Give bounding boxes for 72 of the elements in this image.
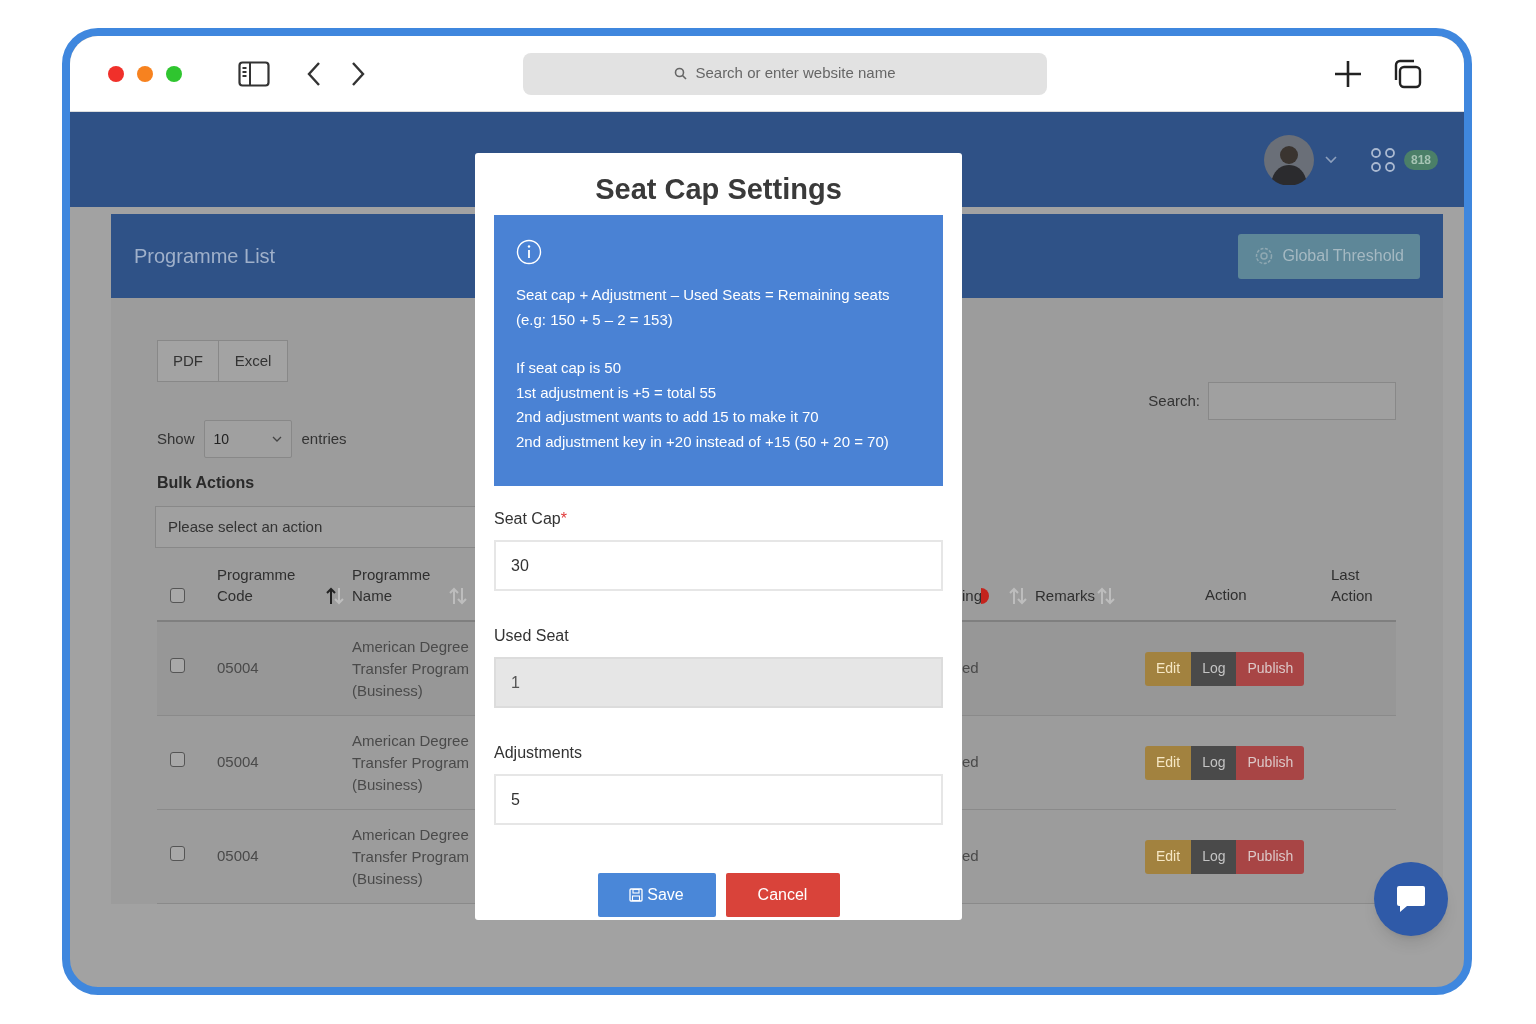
card-title: Programme List (134, 244, 276, 269)
edit-button[interactable]: Edit (1145, 651, 1192, 686)
info-text: If seat cap is 50 (516, 358, 623, 378)
show-label: Show (157, 428, 195, 449)
field-label: Seat Cap* (494, 509, 568, 529)
bulk-actions-label: Bulk Actions (157, 473, 256, 493)
table-cell-text: ed (962, 658, 980, 679)
table-cell-text: ed (962, 846, 980, 867)
log-button[interactable]: Log (1191, 839, 1237, 874)
field-label: Adjustments (494, 743, 584, 763)
table-cell-text: 05004 (217, 752, 260, 773)
chat-icon (1395, 884, 1427, 914)
close-window-icon[interactable] (108, 65, 124, 82)
table-cell-text: ed (962, 752, 980, 773)
save-button[interactable]: Save (597, 873, 716, 917)
plus-icon[interactable] (1334, 59, 1362, 88)
chevron-down-icon[interactable] (1323, 154, 1338, 165)
column-header: Action (1205, 585, 1247, 603)
export-button[interactable]: Excel (219, 340, 288, 382)
checkbox[interactable] (170, 658, 185, 673)
column-header: ing (962, 586, 983, 606)
input-field: 1 (494, 657, 943, 708)
entries-label: entries (301, 428, 347, 449)
info-text: 2nd adjustment wants to add 15 to make it 70 (516, 407, 820, 427)
search-label: Search: (1148, 390, 1200, 411)
table-cell-text: 05004 (217, 846, 260, 867)
edit-button[interactable]: Edit (1145, 745, 1192, 780)
column-header: Programme Code (217, 565, 297, 606)
forward-icon[interactable] (350, 60, 366, 87)
info-text: Seat cap + Adjustment – Used Seats = Remaining seats (516, 285, 891, 305)
minimize-window-icon[interactable] (137, 65, 153, 82)
info-text: 2nd adjustment key in +20 instead of +15 (50 + 20 = 70) (516, 431, 890, 452)
apps-grid-icon[interactable] (1369, 146, 1396, 173)
search-icon (674, 67, 688, 80)
sort-icon[interactable] (324, 586, 346, 606)
checkbox[interactable] (170, 752, 185, 767)
chevron-down-icon (271, 435, 282, 443)
table-cell-text: 05004 (217, 658, 260, 679)
info-text: (e.g: 150 + 5 – 2 = 153) (516, 309, 674, 330)
bulk-action-select[interactable]: Please select an action (155, 506, 477, 548)
maximize-window-icon[interactable] (166, 65, 182, 82)
search-field[interactable] (1208, 382, 1396, 420)
log-button[interactable]: Log (1191, 745, 1237, 780)
column-header: Programme Name (352, 565, 432, 606)
publish-button[interactable]: Publish (1236, 651, 1305, 686)
address-bar[interactable]: Search or enter website name (523, 52, 1047, 95)
cancel-button[interactable]: Cancel (725, 873, 840, 917)
table-cell-text: American Degree Transfer Program (Business) (352, 636, 470, 701)
gear-icon (1254, 246, 1275, 266)
sidebar-icon[interactable] (238, 60, 270, 87)
publish-button[interactable]: Publish (1236, 839, 1305, 874)
column-header: Last Action (1331, 565, 1374, 606)
input-field[interactable]: 5 (494, 774, 943, 825)
publish-button[interactable]: Publish (1236, 745, 1305, 780)
log-button[interactable]: Log (1191, 651, 1237, 686)
entries-select[interactable]: 10 (203, 420, 292, 458)
notification-badge: 818 (1403, 149, 1438, 170)
table-cell-text: American Degree Transfer Program (Business) (352, 730, 470, 795)
back-icon[interactable] (306, 60, 322, 87)
checkbox[interactable] (170, 588, 185, 603)
input-field[interactable]: 30 (494, 540, 943, 591)
dialog-title: Seat Cap Settings (594, 172, 843, 207)
edit-button[interactable]: Edit (1145, 839, 1192, 874)
info-icon (516, 239, 542, 265)
tabs-icon[interactable] (1392, 58, 1422, 89)
column-header: Remarks (1035, 586, 1095, 606)
checkbox[interactable] (170, 846, 185, 861)
export-button[interactable]: PDF (157, 340, 219, 382)
avatar[interactable] (1263, 134, 1314, 185)
table-cell-text: American Degree Transfer Program (Business) (352, 824, 470, 889)
field-label: Used Seat (494, 626, 570, 646)
info-text: 1st adjustment is +5 = total 55 (516, 382, 718, 403)
